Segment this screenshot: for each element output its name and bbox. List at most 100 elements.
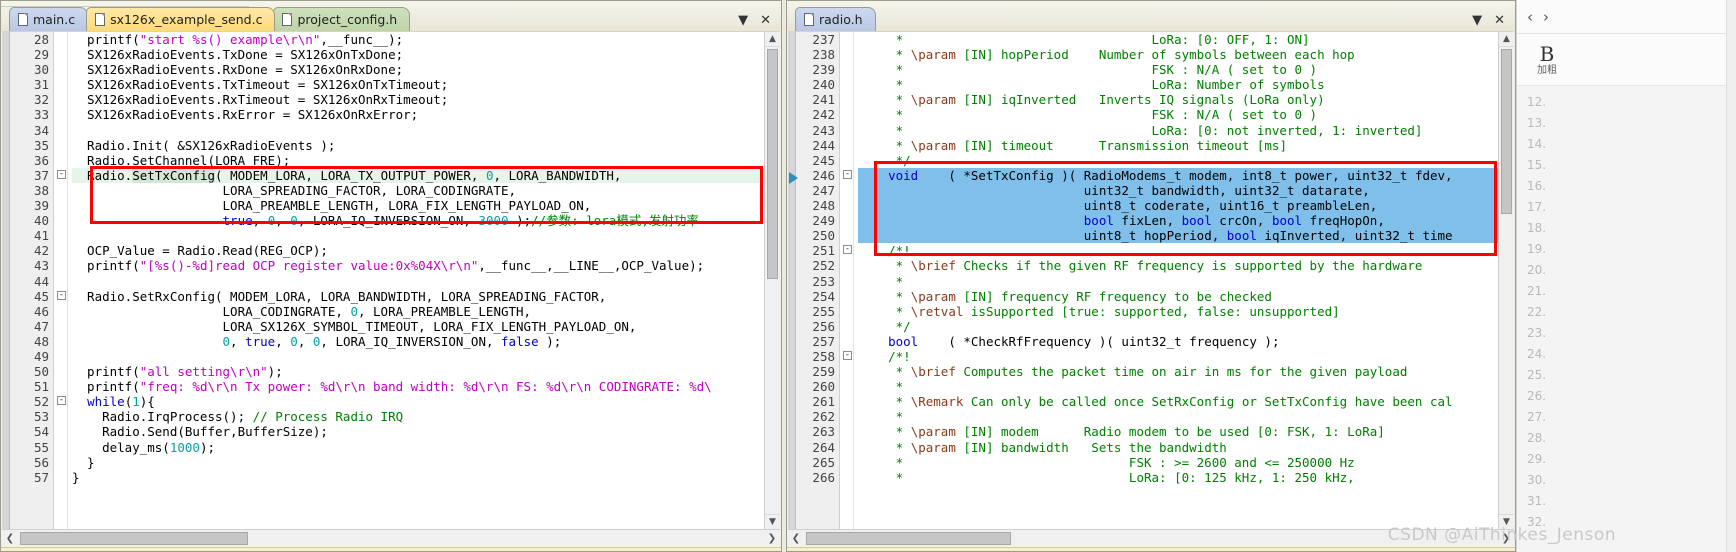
fold-toggle[interactable]: - [57,169,66,179]
forward-arrow-icon[interactable]: › [1543,8,1549,26]
code-line[interactable]: * \retval isSupported [true: supported, … [858,304,1498,319]
close-icon[interactable]: ✕ [760,14,771,27]
scroll-left-arrow[interactable]: ❮ [2,531,18,546]
scrollbar-thumb[interactable] [20,531,248,545]
code-line[interactable] [72,123,764,138]
code-line[interactable]: * FSK : >= 2600 and <= 250000 Hz [858,455,1498,470]
list-item[interactable]: 15. [1527,155,1736,176]
code-line[interactable]: * \brief Checks if the given RF frequenc… [858,258,1498,273]
list-item[interactable]: 24. [1527,344,1736,365]
code-line[interactable]: } [72,455,764,470]
code-line[interactable]: * \param [IN] modem Radio modem to be us… [858,424,1498,439]
scroll-down-arrow[interactable]: ▼ [765,514,780,529]
tab-radio-h[interactable]: radio.h [795,7,876,31]
close-icon[interactable]: ✕ [1494,14,1505,27]
code-line[interactable]: Radio.Send(Buffer,BufferSize); [72,424,764,439]
fold-toggle[interactable]: - [57,396,66,406]
code-line[interactable]: * \Remark Can only be called once SetRxC… [858,394,1498,409]
code-line[interactable]: Radio.SetTxConfig( MODEM_LORA, LORA_TX_O… [72,167,764,183]
list-item[interactable]: 21. [1527,281,1736,302]
fold-toggle[interactable]: - [843,245,852,255]
code-line[interactable]: uint8_t coderate, uint16_t preambleLen, [858,198,1498,214]
scrollbar-track[interactable] [804,531,1498,546]
code-line[interactable]: * FSK : N/A ( set to 0 ) [858,107,1498,122]
tab-main-c[interactable]: main.c [9,7,89,31]
code-line[interactable]: /*! [858,243,1498,258]
code-line[interactable]: uint8_t hopPeriod, bool iqInverted, uint… [858,228,1498,244]
code-line[interactable]: * \brief Computes the packet time on air… [858,364,1498,379]
code-line[interactable]: printf("start %s() example\r\n",__func__… [72,32,764,47]
code-line[interactable]: * LoRa: [0: OFF, 1: ON] [858,32,1498,47]
list-item[interactable]: 14. [1527,134,1736,155]
code-folding-column-right[interactable]: - - - [840,32,854,529]
code-line[interactable]: bool ( *CheckRfFrequency )( uint32_t fre… [858,334,1498,349]
code-line[interactable]: */ [858,319,1498,334]
list-item[interactable]: 32. [1527,512,1736,533]
code-line[interactable]: * LoRa: [0: 125 kHz, 1: 250 kHz, [858,470,1498,485]
code-line[interactable]: * \param [IN] frequency RF frequency to … [858,289,1498,304]
list-item[interactable]: 17. [1527,197,1736,218]
list-item[interactable]: 19. [1527,239,1736,260]
code-line[interactable]: Radio.SetRxConfig( MODEM_LORA, LORA_BAND… [72,289,764,304]
code-line[interactable]: uint32_t bandwidth, uint32_t datarate, [858,182,1498,199]
back-arrow-icon[interactable]: ‹ [1527,8,1533,26]
code-line[interactable]: LORA_PREAMBLE_LENGTH, LORA_FIX_LENGTH_PA… [72,198,764,213]
bold-button[interactable]: B 加粗 [1537,43,1557,76]
fold-toggle[interactable]: - [843,169,852,179]
code-line[interactable]: * \param [IN] iqInverted Inverts IQ sign… [858,92,1498,107]
horizontal-scrollbar-left[interactable]: ❮ ❯ [2,529,780,546]
tab-project-config-h[interactable]: project_config.h [273,7,411,31]
code-line[interactable]: * \param [IN] bandwidth Sets the bandwid… [858,440,1498,455]
code-line[interactable]: bool fixLen, bool crcOn, bool freqHopOn, [858,213,1498,229]
code-line[interactable] [72,274,764,289]
code-line[interactable]: 0, true, 0, 0, LORA_IQ_INVERSION_ON, fal… [72,334,764,349]
scrollbar-track[interactable] [18,531,764,546]
scroll-left-arrow[interactable]: ❮ [788,531,804,546]
code-line[interactable]: Radio.SetChannel(LORA_FRE); [72,153,764,168]
code-line[interactable]: * [858,274,1498,289]
code-line[interactable]: * LoRa: [0: not inverted, 1: inverted] [858,123,1498,138]
code-line[interactable]: Radio.IrqProcess(); // Process Radio IRQ [72,409,764,424]
list-item[interactable]: 26. [1527,386,1736,407]
scroll-right-arrow[interactable]: ❯ [764,531,780,546]
list-item[interactable]: 12. [1527,92,1736,113]
code-line[interactable]: * [858,379,1498,394]
code-line[interactable]: true, 0, 0, LORA_IQ_INVERSION_ON, 3000 )… [72,213,764,228]
vertical-scrollbar-left[interactable]: ▲ ▼ [764,32,780,529]
code-line[interactable]: LORA_CODINGRATE, 0, LORA_PREAMBLE_LENGTH… [72,304,764,319]
scrollbar-thumb[interactable] [806,531,1011,545]
code-line[interactable]: SX126xRadioEvents.RxError = SX126xOnRxEr… [72,107,764,122]
list-item[interactable]: 20. [1527,260,1736,281]
code-line[interactable]: * FSK : N/A ( set to 0 ) [858,62,1498,77]
code-line[interactable]: Radio.Init( &SX126xRadioEvents ); [72,138,764,153]
code-line[interactable]: * \param [IN] hopPeriod Number of symbol… [858,47,1498,62]
code-line[interactable]: while(1){ [72,394,764,409]
scrollbar-thumb[interactable] [767,49,778,279]
code-line[interactable]: printf("all setting\r\n"); [72,364,764,379]
code-line[interactable] [72,228,764,243]
code-line[interactable] [72,349,764,364]
code-line[interactable]: void ( *SetTxConfig )( RadioModems_t mod… [858,167,1498,183]
vertical-scrollbar-right[interactable]: ▲ ▼ [1498,32,1514,529]
list-item[interactable]: 30. [1527,470,1736,491]
scrollbar-thumb[interactable] [1501,49,1512,214]
code-text-left[interactable]: printf("start %s() example\r\n",__func__… [68,32,764,529]
code-line[interactable]: printf("[%s()-%d]read OCP register value… [72,258,764,273]
tab-sx126x-example-send-c[interactable]: sx126x_example_send.c [86,7,276,31]
code-line[interactable]: SX126xRadioEvents.TxTimeout = SX126xOnTx… [72,77,764,92]
list-item[interactable]: 25. [1527,365,1736,386]
code-folding-column-left[interactable]: - - - [54,32,68,529]
code-line[interactable]: LORA_SPREADING_FACTOR, LORA_CODINGRATE, [72,183,764,198]
scroll-up-arrow[interactable]: ▲ [765,32,780,47]
code-line[interactable]: * \param [IN] timeout Transmission timeo… [858,138,1498,153]
list-item[interactable]: 22. [1527,302,1736,323]
side-panel-list[interactable]: 12. 13. 14. 15. 16. 17. 18. 19. 20. 21. 22. 23. 24. 2… [1517,86,1736,552]
list-item[interactable]: 18. [1527,218,1736,239]
code-line[interactable]: SX126xRadioEvents.RxDone = SX126xOnRxDon… [72,62,764,77]
list-item[interactable]: 29. [1527,449,1736,470]
list-item[interactable]: 27. [1527,407,1736,428]
code-line[interactable]: } [72,470,764,485]
side-panel-scroll-edge[interactable] [1726,0,1736,552]
list-item[interactable]: 31. [1527,491,1736,512]
list-item[interactable]: 13. [1527,113,1736,134]
